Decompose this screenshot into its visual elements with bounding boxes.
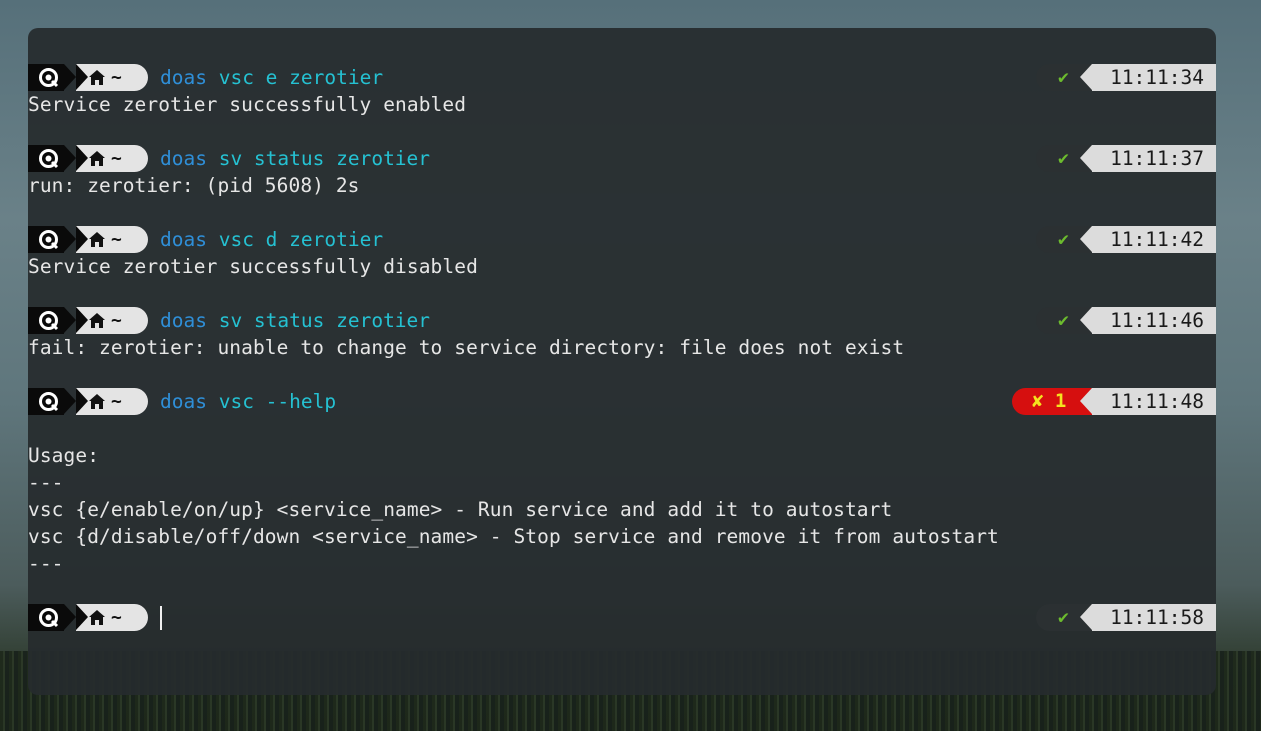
- directory-segment: ~: [76, 64, 148, 91]
- prompt-line-current: ~ ✔ 11:11:58: [28, 604, 1216, 631]
- os-segment: [28, 64, 76, 91]
- command-text: doas sv status zerotier: [160, 307, 430, 334]
- os-segment: [28, 145, 76, 172]
- os-logo-icon: [39, 392, 59, 412]
- os-logo-icon: [39, 311, 59, 331]
- output-line: vsc {e/enable/on/up} <service_name> - Ru…: [28, 498, 893, 521]
- check-icon: ✔: [1058, 148, 1069, 169]
- os-segment: [28, 388, 76, 415]
- cross-icon: ✘ 1: [1032, 390, 1067, 412]
- timestamp: 11:11:42: [1080, 226, 1216, 253]
- check-icon: ✔: [1058, 607, 1069, 628]
- prompt-line: ~ doas vsc d zerotier ✔ 11:11:42: [28, 226, 1216, 253]
- home-icon: [89, 313, 105, 328]
- command-args: sv status zerotier: [206, 309, 431, 332]
- terminal-window[interactable]: ~ doas vsc e zerotier ✔ 11:11:34 Service…: [28, 28, 1216, 695]
- os-logo-icon: [39, 608, 59, 628]
- os-logo-icon: [39, 230, 59, 250]
- check-icon: ✔: [1058, 310, 1069, 331]
- output-line: ---: [28, 471, 64, 494]
- command-prefix: doas: [160, 390, 207, 413]
- timestamp: 11:11:37: [1080, 145, 1216, 172]
- directory-label: ~: [111, 229, 122, 250]
- home-icon: [89, 610, 105, 625]
- command-prefix: doas: [160, 147, 207, 170]
- prompt-line: ~ doas sv status zerotier ✔ 11:11:46: [28, 307, 1216, 334]
- output-line: Usage:: [28, 444, 100, 467]
- command-prefix: doas: [160, 228, 207, 251]
- directory-segment: ~: [76, 145, 148, 172]
- text-cursor[interactable]: [160, 606, 162, 630]
- timestamp: 11:11:58: [1080, 604, 1216, 631]
- command-args: sv status zerotier: [206, 147, 431, 170]
- command-args: vsc d zerotier: [206, 228, 384, 251]
- output-line: vsc {d/disable/off/down <service_name> -…: [28, 525, 999, 548]
- output-line: Service zerotier successfully disabled: [28, 255, 478, 278]
- directory-label: ~: [111, 310, 122, 331]
- os-segment: [28, 307, 76, 334]
- timestamp: 11:11:46: [1080, 307, 1216, 334]
- home-icon: [89, 232, 105, 247]
- command-text: doas vsc e zerotier: [160, 64, 383, 91]
- directory-label: ~: [111, 148, 122, 169]
- command-args: vsc --help: [206, 390, 337, 413]
- home-icon: [89, 394, 105, 409]
- directory-label: ~: [111, 607, 122, 628]
- command-text: doas vsc d zerotier: [160, 226, 383, 253]
- directory-label: ~: [111, 67, 122, 88]
- home-icon: [89, 70, 105, 85]
- prompt-line: ~ doas vsc --help ✘ 1 11:11:48: [28, 388, 1216, 415]
- timestamp: 11:11:34: [1080, 64, 1216, 91]
- timestamp: 11:11:48: [1080, 388, 1216, 415]
- command-text: doas vsc --help: [160, 388, 336, 415]
- command-text: doas sv status zerotier: [160, 145, 430, 172]
- check-icon: ✔: [1058, 67, 1069, 88]
- output-line: ---: [28, 552, 64, 575]
- command-args: vsc e zerotier: [206, 66, 384, 89]
- directory-segment: ~: [76, 388, 148, 415]
- home-icon: [89, 151, 105, 166]
- prompt-line: ~ doas vsc e zerotier ✔ 11:11:34: [28, 64, 1216, 91]
- output-line: fail: zerotier: unable to change to serv…: [28, 336, 905, 359]
- os-logo-icon: [39, 149, 59, 169]
- output-line: run: zerotier: (pid 5608) 2s: [28, 174, 360, 197]
- os-segment: [28, 226, 76, 253]
- check-icon: ✔: [1058, 229, 1069, 250]
- command-prefix: doas: [160, 309, 207, 332]
- output-line: Service zerotier successfully enabled: [28, 93, 467, 116]
- directory-segment: ~: [76, 604, 148, 631]
- os-logo-icon: [39, 68, 59, 88]
- directory-segment: ~: [76, 307, 148, 334]
- directory-label: ~: [111, 391, 122, 412]
- prompt-line: ~ doas sv status zerotier ✔ 11:11:37: [28, 145, 1216, 172]
- os-segment: [28, 604, 76, 631]
- directory-segment: ~: [76, 226, 148, 253]
- command-prefix: doas: [160, 66, 207, 89]
